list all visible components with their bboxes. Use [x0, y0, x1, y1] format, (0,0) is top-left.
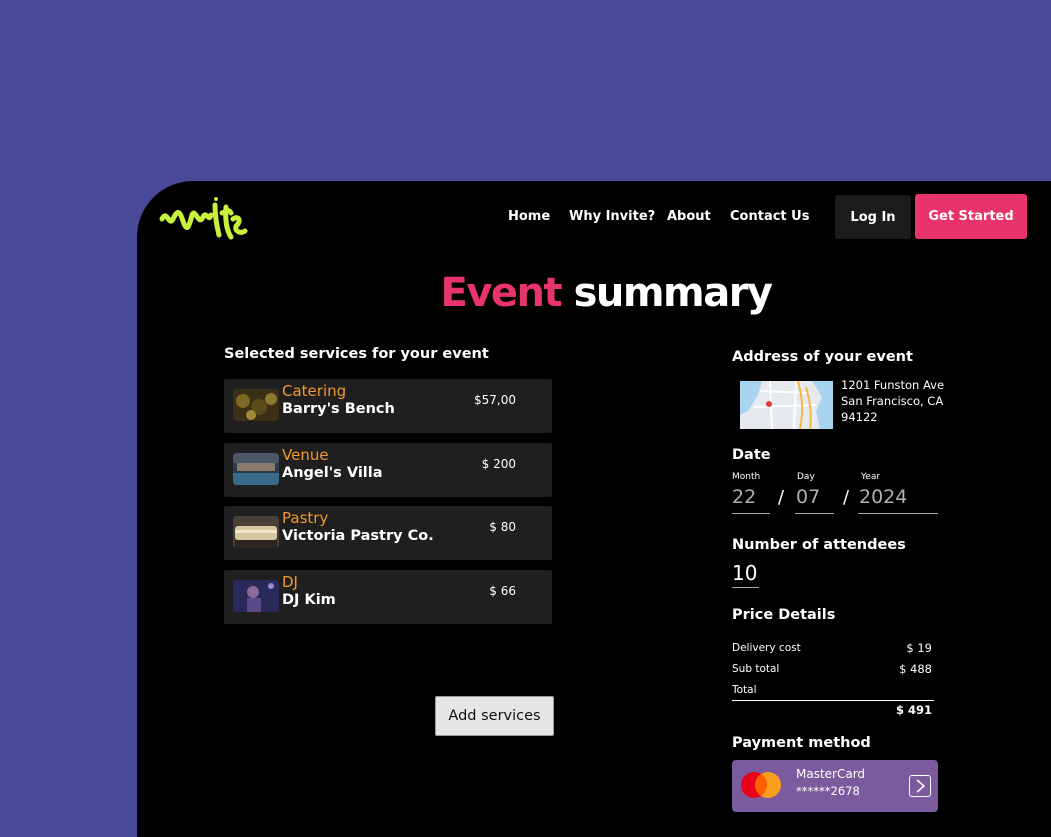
service-name: Victoria Pastry Co. — [282, 528, 434, 544]
total-label: Total — [732, 684, 757, 696]
service-item-dj[interactable]: DJ DJ Kim $ 66 — [224, 569, 552, 624]
service-name: Angel's Villa — [282, 464, 383, 481]
year-underline — [858, 513, 938, 514]
total-divider — [732, 700, 934, 701]
map-thumbnail[interactable] — [740, 381, 833, 429]
month-input[interactable]: 22 — [732, 486, 756, 508]
date-heading: Date — [732, 447, 771, 463]
attendees-heading: Number of attendees — [732, 537, 906, 553]
price-heading: Price Details — [732, 607, 836, 623]
invite-logo[interactable] — [159, 197, 249, 243]
service-item-catering[interactable]: Catering Barry's Bench $57,00 — [224, 379, 552, 433]
delivery-cost-value: $ 19 — [906, 641, 932, 655]
service-category: Venue — [282, 445, 329, 464]
venue-thumbnail — [233, 452, 279, 485]
day-underline — [795, 513, 834, 514]
service-category: DJ — [282, 572, 298, 591]
event-address: 1201 Funston Ave San Francisco, CA 94122 — [841, 377, 944, 425]
day-label: Day — [797, 472, 815, 482]
service-price: $ 200 — [481, 456, 516, 471]
services-heading: Selected services for your event — [224, 346, 489, 362]
card-number: ******2678 — [796, 784, 860, 798]
date-separator: / — [778, 487, 785, 508]
attendees-underline — [732, 587, 759, 588]
date-separator: / — [843, 487, 850, 508]
service-item-pastry[interactable]: Pastry Victoria Pastry Co. $ 80 — [224, 506, 552, 560]
subtotal-value: $ 488 — [899, 662, 932, 676]
total-value: $ 491 — [895, 703, 932, 717]
app-window: Home Why Invite? About Contact Us Log In… — [137, 181, 1051, 837]
service-name: Barry's Bench — [282, 401, 395, 417]
month-label: Month — [732, 472, 761, 482]
service-name: DJ Kim — [282, 591, 336, 608]
pastry-thumbnail — [233, 516, 279, 548]
mastercard-icon — [740, 771, 782, 799]
nav-home[interactable]: Home — [508, 209, 550, 224]
catering-thumbnail — [233, 389, 279, 421]
summary-panel: Address of your event 1201 Funston Ave S… — [732, 181, 944, 837]
title-accent: Event — [440, 270, 563, 316]
day-input[interactable]: 07 — [796, 486, 820, 508]
chevron-right-icon[interactable] — [909, 775, 931, 797]
nav-about[interactable]: About — [667, 209, 711, 224]
address-heading: Address of your event — [732, 349, 913, 365]
service-price: $ 66 — [489, 583, 516, 598]
address-line-2: San Francisco, CA — [841, 394, 944, 408]
service-list: Catering Barry's Bench $57,00 Venue Ange… — [224, 379, 552, 633]
subtotal-label: Sub total — [732, 663, 780, 675]
delivery-cost-label: Delivery cost — [732, 642, 801, 654]
address-line-1: 1201 Funston Ave — [841, 378, 945, 392]
service-item-venue[interactable]: Venue Angel's Villa $ 200 — [224, 442, 552, 497]
service-price: $ 80 — [489, 520, 516, 534]
payment-card[interactable]: MasterCard ******2678 — [732, 760, 938, 812]
dj-thumbnail — [233, 579, 279, 612]
attendees-input[interactable]: 10 — [732, 561, 757, 585]
service-category: Catering — [282, 382, 347, 400]
service-price: $57,00 — [474, 393, 516, 407]
year-input[interactable]: 2024 — [859, 486, 907, 508]
card-name: MasterCard — [796, 767, 866, 781]
nav-why-invite[interactable]: Why Invite? — [569, 209, 655, 224]
month-underline — [732, 513, 770, 514]
service-category: Pastry — [282, 509, 329, 527]
add-services-button[interactable]: Add services — [435, 696, 554, 736]
payment-heading: Payment method — [732, 735, 871, 751]
address-line-3: 94122 — [841, 410, 878, 424]
year-label: Year — [861, 472, 881, 482]
